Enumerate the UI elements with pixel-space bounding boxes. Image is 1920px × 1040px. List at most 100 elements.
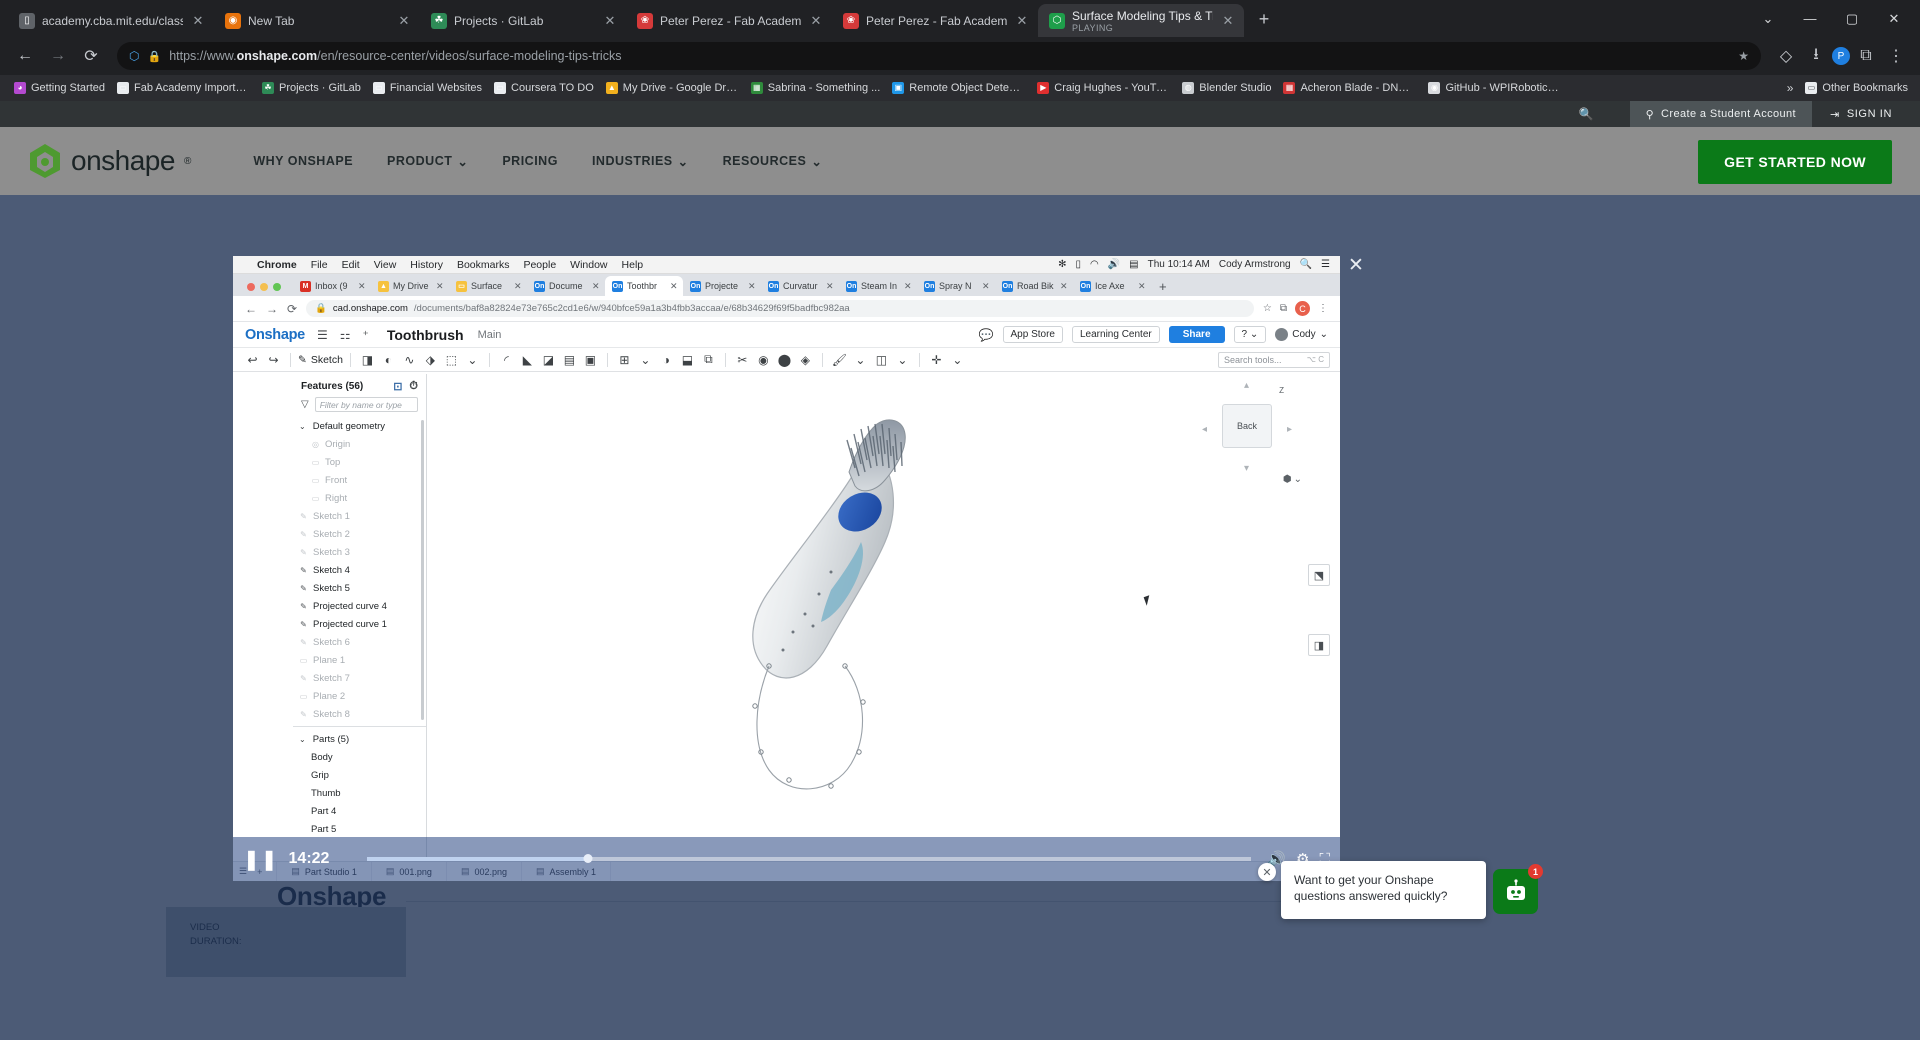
- onshape-logo[interactable]: onshape ®: [28, 143, 191, 179]
- bookmark-item[interactable]: ▭ Coursera TO DO: [488, 79, 600, 97]
- comment-icon[interactable]: 💬: [979, 328, 994, 342]
- feature-item[interactable]: ✎ Sketch 2: [293, 525, 426, 543]
- chevron-down-icon[interactable]: ⌄: [299, 422, 306, 431]
- window-traffic-lights[interactable]: [243, 283, 293, 296]
- split-icon[interactable]: ✂: [733, 350, 752, 369]
- mac-browser-tab[interactable]: M Inbox (9 ✕: [293, 276, 371, 296]
- rib-icon[interactable]: ▤: [560, 350, 579, 369]
- mac-browser-tab[interactable]: On Projecte ✕: [683, 276, 761, 296]
- redo-icon[interactable]: ↪: [264, 350, 283, 369]
- part-item[interactable]: Grip: [293, 766, 426, 784]
- display-icon[interactable]: ◫: [872, 350, 891, 369]
- other-bookmarks-folder[interactable]: ▭ Other Bookmarks: [1799, 79, 1914, 97]
- bookmark-item[interactable]: ▭ Financial Websites: [367, 79, 488, 97]
- download-icon[interactable]: ⭳: [1802, 42, 1830, 70]
- parts-group-header[interactable]: ⌄ Parts (5): [293, 730, 426, 748]
- bookmark-item[interactable]: ▶ Craig Hughes - YouTu...: [1031, 79, 1176, 97]
- bookmark-item[interactable]: ▣ Remote Object Detecti...: [886, 79, 1031, 97]
- address-bar[interactable]: ⬡ 🔒 https://www.onshape.com/en/resource-…: [117, 42, 1761, 70]
- mac-browser-tab[interactable]: On Ice Axe ✕: [1073, 276, 1151, 296]
- rollback-icon[interactable]: ⏱: [409, 380, 418, 393]
- tab-close-button[interactable]: ✕: [1220, 13, 1236, 29]
- wifi-icon[interactable]: ◠: [1090, 259, 1099, 270]
- nav-link-pricing[interactable]: PRICING: [502, 154, 558, 168]
- shell-icon[interactable]: ▣: [581, 350, 600, 369]
- appearance-icon[interactable]: 🖌: [830, 350, 849, 369]
- zoom-light[interactable]: [273, 283, 281, 291]
- draft-icon[interactable]: ◪: [539, 350, 558, 369]
- get-started-button[interactable]: GET STARTED NOW: [1698, 140, 1892, 184]
- viewcube-down-arrow[interactable]: ▾: [1244, 463, 1249, 474]
- mac-tab-close[interactable]: ✕: [514, 281, 522, 292]
- forward-button[interactable]: →: [43, 41, 73, 71]
- undo-icon[interactable]: ↩: [243, 350, 262, 369]
- bookmark-item[interactable]: ☘ Projects · GitLab: [256, 79, 367, 97]
- mac-tab-close[interactable]: ✕: [436, 281, 444, 292]
- mac-browser-tab[interactable]: On Steam In ✕: [839, 276, 917, 296]
- tree-icon[interactable]: ⚏: [340, 328, 351, 342]
- mac-bookmark-star-icon[interactable]: ☆: [1263, 303, 1272, 314]
- feature-tree-scrollbar[interactable]: [421, 420, 424, 720]
- mac-extensions-icon[interactable]: ⧉: [1280, 303, 1287, 314]
- part-item[interactable]: Part 4: [293, 802, 426, 820]
- mac-browser-tab[interactable]: On Spray N ✕: [917, 276, 995, 296]
- feature-item[interactable]: ◎ Origin: [293, 435, 426, 453]
- feature-item[interactable]: ✎ Sketch 4: [293, 561, 426, 579]
- mac-tab-close[interactable]: ✕: [904, 281, 912, 292]
- loft-icon[interactable]: ⬗: [421, 350, 440, 369]
- mac-browser-tab[interactable]: On Toothbr ✕: [605, 276, 683, 296]
- notification-center-icon[interactable]: ☰: [1321, 259, 1330, 270]
- nav-link-resources[interactable]: RESOURCES ⌄: [723, 154, 823, 169]
- video-progress-bar[interactable]: [366, 854, 1252, 863]
- part-item[interactable]: Thumb: [293, 784, 426, 802]
- control-center-icon[interactable]: ▤: [1129, 259, 1138, 270]
- search-tools-input[interactable]: Search tools... ⌥ C: [1218, 351, 1330, 368]
- menu-icon[interactable]: ☰: [317, 328, 328, 342]
- chevron-down-icon[interactable]: ⌄: [636, 350, 655, 369]
- tabsearch-caret-icon[interactable]: ⌄: [1748, 4, 1788, 33]
- bookmarks-overflow-icon[interactable]: »: [1787, 81, 1794, 95]
- filter-icon[interactable]: ▽: [301, 399, 309, 410]
- view-orientation-menu[interactable]: ⬢ ⌄: [1283, 474, 1302, 485]
- document-title[interactable]: Toothbrush: [387, 327, 464, 343]
- browser-tab[interactable]: ❀ Peter Perez - Fab Academy ✕: [626, 4, 832, 37]
- mac-menu-help[interactable]: Help: [622, 259, 644, 271]
- delete-face-icon[interactable]: ⬤: [775, 350, 794, 369]
- mac-tab-close[interactable]: ✕: [826, 281, 834, 292]
- new-tab-button[interactable]: +: [1250, 6, 1278, 34]
- feature-item[interactable]: ▭ Plane 1: [293, 651, 426, 669]
- mac-menu-edit[interactable]: Edit: [342, 259, 360, 271]
- mac-tab-close[interactable]: ✕: [748, 281, 756, 292]
- mac-address-bar[interactable]: 🔒 cad.onshape.com/documents/baf8a82824e7…: [306, 300, 1254, 317]
- feature-item[interactable]: ✎ Sketch 8: [293, 705, 426, 723]
- hole-icon[interactable]: ⬚: [442, 350, 461, 369]
- close-light[interactable]: [247, 283, 255, 291]
- feature-item[interactable]: ▭ Plane 2: [293, 687, 426, 705]
- onshape-app-logo[interactable]: Onshape: [245, 327, 305, 343]
- section-view-button[interactable]: ◨: [1308, 634, 1330, 656]
- volume-icon[interactable]: 🔊: [1108, 259, 1120, 270]
- viewcube-up-arrow[interactable]: ▴: [1244, 380, 1249, 391]
- mac-reload-button[interactable]: ⟳: [287, 302, 297, 316]
- tab-close-button[interactable]: ✕: [190, 13, 206, 29]
- minimize-button[interactable]: —: [1790, 4, 1830, 33]
- feature-item[interactable]: ▭ Front: [293, 471, 426, 489]
- sketch-button[interactable]: ✎ Sketch: [298, 354, 343, 366]
- mac-tab-close[interactable]: ✕: [592, 281, 600, 292]
- feature-item[interactable]: ✎ Sketch 3: [293, 543, 426, 561]
- view-cube[interactable]: Z ◂ ▸ ▴ ▾ Back: [1202, 380, 1292, 474]
- pocket-icon[interactable]: ◇: [1772, 42, 1800, 70]
- chevron-down-icon[interactable]: ⌄: [851, 350, 870, 369]
- bookmark-item[interactable]: ◉ GitHub - WPIRobotics...: [1422, 79, 1567, 97]
- search-icon[interactable]: 🔍: [1579, 107, 1594, 121]
- mac-browser-tab[interactable]: On Docume ✕: [527, 276, 605, 296]
- more-tools-icon[interactable]: ✛: [927, 350, 946, 369]
- mirror-icon[interactable]: ◑: [657, 350, 676, 369]
- bookmark-item[interactable]: ▭ Fab Academy Importa...: [111, 79, 256, 97]
- bookmark-item[interactable]: ▦ Sabrina - Something ...: [745, 79, 887, 97]
- chevron-down-icon[interactable]: ⌄: [893, 350, 912, 369]
- mac-browser-tab[interactable]: On Road Bik ✕: [995, 276, 1073, 296]
- bluetooth-icon[interactable]: ✻: [1058, 259, 1066, 270]
- mac-menu-bookmarks[interactable]: Bookmarks: [457, 259, 510, 271]
- learning-center-button[interactable]: Learning Center: [1072, 326, 1160, 343]
